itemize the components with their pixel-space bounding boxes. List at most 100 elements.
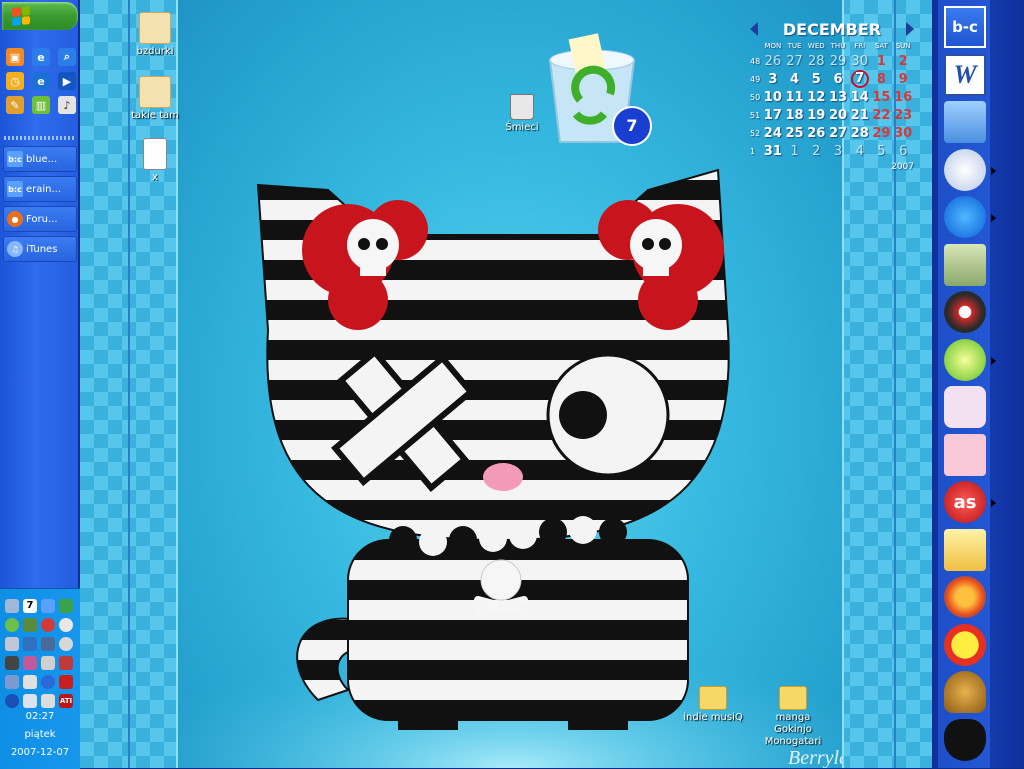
start-button[interactable]	[2, 2, 78, 30]
desktop-icon-takie-tam[interactable]: takie tam	[120, 76, 190, 122]
calendar-day[interactable]: 3	[762, 72, 784, 87]
dock-item[interactable]	[942, 669, 988, 715]
internet-explorer-icon[interactable]: e	[32, 72, 50, 90]
clock-icon[interactable]: ◷	[6, 72, 24, 90]
calendar-day[interactable]: 23	[892, 108, 914, 123]
task-forum[interactable]: ● Foru...	[3, 206, 77, 232]
calendar-day[interactable]: 13	[827, 90, 849, 105]
desktop-icon-x[interactable]: x	[120, 138, 190, 184]
internet-explorer-icon[interactable]: e	[32, 48, 50, 66]
dock-item[interactable]: W	[942, 52, 988, 98]
calendar-day[interactable]: 24	[762, 126, 784, 141]
calendar-day[interactable]: 27	[827, 126, 849, 141]
bc-icon[interactable]	[41, 599, 55, 613]
dock-item[interactable]	[942, 337, 988, 383]
pencil-icon[interactable]: ✎	[6, 96, 24, 114]
next-month-icon[interactable]	[906, 22, 914, 36]
submenu-arrow-icon[interactable]	[991, 166, 996, 175]
media-icon[interactable]	[59, 618, 73, 632]
media-icon[interactable]	[59, 637, 73, 651]
calendar-day[interactable]: 16	[892, 90, 914, 105]
dock-item[interactable]	[942, 622, 988, 668]
calendar-day[interactable]: 5	[871, 144, 893, 159]
ati-icon[interactable]	[59, 675, 73, 689]
security-icon[interactable]	[59, 599, 73, 613]
calendar-day[interactable]: 14	[849, 90, 871, 105]
dock-item[interactable]	[942, 147, 988, 193]
volume-icon[interactable]	[41, 694, 55, 708]
filmstrip-icon[interactable]: ▥	[32, 96, 50, 114]
submenu-arrow-icon[interactable]	[991, 214, 996, 222]
audio-icon[interactable]	[5, 675, 19, 689]
bluetooth-icon[interactable]	[5, 694, 19, 708]
info-icon[interactable]	[41, 675, 55, 689]
calendar-today[interactable]: 7	[850, 70, 869, 88]
calendar-day[interactable]: 30	[892, 126, 914, 141]
task-itunes[interactable]: ♫ iTunes	[3, 236, 77, 262]
calendar-day[interactable]: 2	[805, 144, 827, 159]
dock-item[interactable]	[942, 99, 988, 145]
media-player-icon[interactable]: ▣	[6, 48, 24, 66]
clock-time[interactable]: 02:27	[0, 711, 80, 722]
paint-icon[interactable]	[23, 656, 37, 670]
calendar-day[interactable]: 25	[784, 126, 806, 141]
ati-icon[interactable]: ATI	[59, 694, 73, 708]
calendar-day[interactable]: 3	[827, 144, 849, 159]
media-icon[interactable]	[5, 618, 19, 632]
dock-item[interactable]: b-c	[942, 4, 988, 50]
display-icon[interactable]	[23, 694, 37, 708]
calendar-day[interactable]: 19	[805, 108, 827, 123]
calendar-day[interactable]: 1	[784, 144, 806, 159]
calendar-day[interactable]: 2	[892, 54, 914, 69]
network-icon[interactable]	[41, 637, 55, 651]
calendar-day[interactable]: 4	[849, 144, 871, 159]
printer-icon[interactable]	[41, 656, 55, 670]
calendar-day[interactable]: 30	[849, 54, 871, 69]
desktop-icon-manga[interactable]: manga Gokinjo Monogatari	[756, 686, 830, 748]
calendar-day[interactable]: 22	[871, 108, 893, 123]
calendar-day[interactable]: 29	[827, 54, 849, 69]
dock-item[interactable]	[942, 717, 988, 763]
network-icon[interactable]	[5, 599, 19, 613]
calendar-day[interactable]: 21	[849, 108, 871, 123]
calendar-day[interactable]: 5	[805, 72, 827, 87]
dock-item[interactable]: as	[942, 479, 988, 525]
calendar-day[interactable]: 10	[762, 90, 784, 105]
calendar-day[interactable]: 11	[784, 90, 806, 105]
calendar-day[interactable]: 4	[784, 72, 806, 87]
calendar-day[interactable]: 17	[762, 108, 784, 123]
network-icon[interactable]	[59, 656, 73, 670]
dock-item[interactable]	[942, 432, 988, 478]
search-icon[interactable]: ⌕	[58, 48, 76, 66]
calendar-day[interactable]: 20	[827, 108, 849, 123]
submenu-arrow-icon[interactable]	[991, 356, 996, 365]
music-note-icon[interactable]: ♪	[58, 96, 76, 114]
calendar-day[interactable]: 29	[871, 126, 893, 141]
recycle-bin-widget[interactable]: 7	[542, 30, 652, 150]
dock-item[interactable]	[942, 384, 988, 430]
calendar-day[interactable]: 27	[784, 54, 806, 69]
previous-month-icon[interactable]	[750, 22, 758, 36]
monitor-icon[interactable]	[23, 618, 37, 632]
calendar-day[interactable]: 9	[892, 72, 914, 87]
media-play-icon[interactable]: ▶	[58, 72, 76, 90]
calendar-day[interactable]: 8	[871, 72, 893, 87]
dock-item[interactable]	[942, 242, 988, 288]
tools-icon[interactable]	[23, 675, 37, 689]
calendar-day[interactable]: 28	[849, 126, 871, 141]
messenger-icon[interactable]	[23, 637, 37, 651]
dock-item[interactable]	[942, 194, 988, 240]
calendar-day[interactable]: 12	[805, 90, 827, 105]
calendar-day[interactable]: 6	[827, 72, 849, 87]
calendar-day[interactable]: 1	[871, 54, 893, 69]
camera-icon[interactable]	[5, 656, 19, 670]
calendar-day[interactable]: 26	[805, 126, 827, 141]
calendar-day[interactable]: 28	[805, 54, 827, 69]
usb-icon[interactable]	[5, 637, 19, 651]
desktop-icon-indie-musiq[interactable]: indie musiQ	[678, 686, 748, 724]
task-erain[interactable]: b:c erain...	[3, 176, 77, 202]
dock-item[interactable]	[942, 527, 988, 573]
calendar-day[interactable]: 6	[892, 144, 914, 159]
calendar-7-icon[interactable]: 7	[23, 599, 37, 613]
dock-item[interactable]	[942, 289, 988, 335]
